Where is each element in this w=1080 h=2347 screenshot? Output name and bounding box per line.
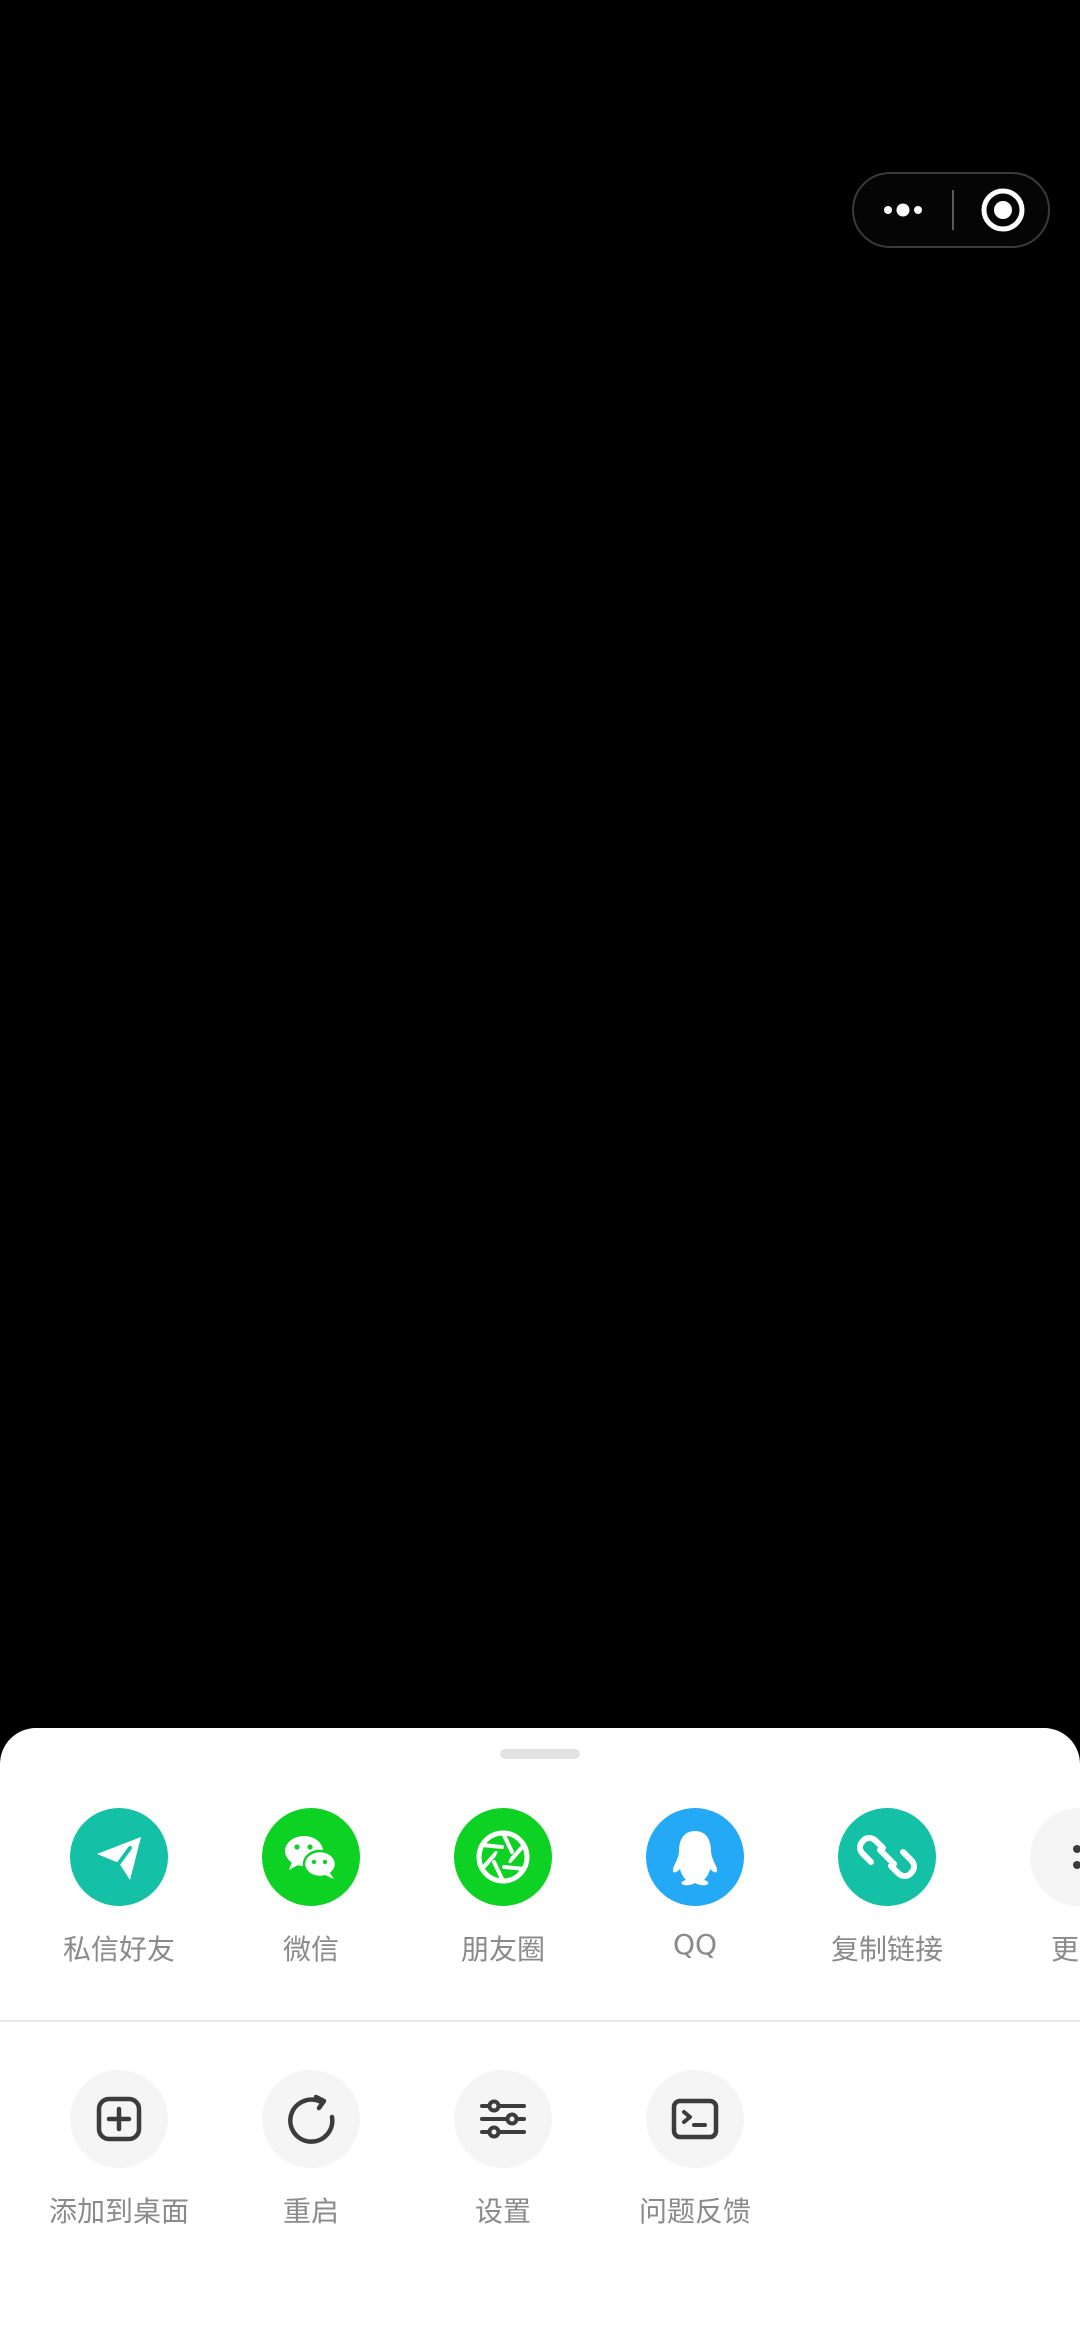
sheet-drag-handle[interactable] xyxy=(500,1749,580,1759)
settings-button[interactable]: 设置 xyxy=(423,2070,583,2230)
share-wechat-button[interactable]: 微信 xyxy=(231,1808,391,1968)
more-icon xyxy=(1073,1845,1080,1869)
share-moments-button[interactable]: 朋友圈 xyxy=(423,1808,583,1968)
share-copy-link-icon-circle xyxy=(838,1808,936,1906)
qq-penguin-icon xyxy=(672,1831,718,1886)
share-more-button[interactable]: 更多 xyxy=(999,1808,1080,1968)
share-private-message-button[interactable]: 私信好友 xyxy=(39,1808,199,1968)
function-item-label: 问题反馈 xyxy=(638,2195,751,2228)
sliders-icon xyxy=(480,2099,526,2139)
add-to-desktop-icon-circle xyxy=(70,2070,168,2168)
share-item-label: QQ xyxy=(672,1928,718,1961)
share-item-label: 复制链接 xyxy=(830,1933,943,1966)
add-to-desktop-button[interactable]: 添加到桌面 xyxy=(39,2070,199,2230)
restart-icon xyxy=(288,2094,335,2144)
function-row: 添加到桌面 重启 设置 问题反馈 xyxy=(0,2070,1080,2228)
capsule-menu xyxy=(852,172,1050,248)
section-divider xyxy=(0,2020,1080,2022)
function-item-label: 添加到桌面 xyxy=(48,2195,189,2228)
close-target-icon xyxy=(981,188,1025,232)
settings-icon-circle xyxy=(454,2070,552,2168)
feedback-icon-circle xyxy=(646,2070,744,2168)
share-item-label: 私信好友 xyxy=(62,1933,175,1966)
feedback-button[interactable]: 问题反馈 xyxy=(615,2070,775,2230)
close-button[interactable] xyxy=(954,174,1048,246)
paper-plane-icon xyxy=(97,1837,141,1880)
share-qq-icon-circle xyxy=(646,1808,744,1906)
share-action-sheet: 私信好友 微信 朋友圈 QQ 复制链接 更 添加到桌面 重启 设置 问题反馈 xyxy=(0,1728,1080,2347)
terminal-icon xyxy=(671,2098,719,2140)
restart-icon-circle xyxy=(262,2070,360,2168)
link-icon xyxy=(857,1835,917,1879)
share-wechat-icon-circle xyxy=(262,1808,360,1906)
share-private-message-icon-circle xyxy=(70,1808,168,1906)
share-item-label: 微信 xyxy=(282,1933,339,1966)
wechat-icon xyxy=(285,1836,338,1879)
share-qq-button[interactable]: QQ xyxy=(615,1808,775,1968)
share-row: 私信好友 微信 朋友圈 QQ 复制链接 更 xyxy=(0,1808,1080,1966)
moments-aperture-icon xyxy=(476,1830,530,1884)
share-item-label: 更多 xyxy=(1050,1933,1080,1966)
restart-button[interactable]: 重启 xyxy=(231,2070,391,2230)
share-more-icon-circle xyxy=(1030,1808,1080,1906)
share-moments-icon-circle xyxy=(454,1808,552,1906)
more-options-button[interactable] xyxy=(854,174,952,246)
function-item-label: 重启 xyxy=(282,2195,339,2228)
plus-square-icon xyxy=(96,2096,142,2142)
share-item-label: 朋友圈 xyxy=(460,1933,545,1966)
function-item-label: 设置 xyxy=(474,2195,531,2228)
share-copy-link-button[interactable]: 复制链接 xyxy=(807,1808,967,1968)
more-dots-icon xyxy=(884,203,922,217)
